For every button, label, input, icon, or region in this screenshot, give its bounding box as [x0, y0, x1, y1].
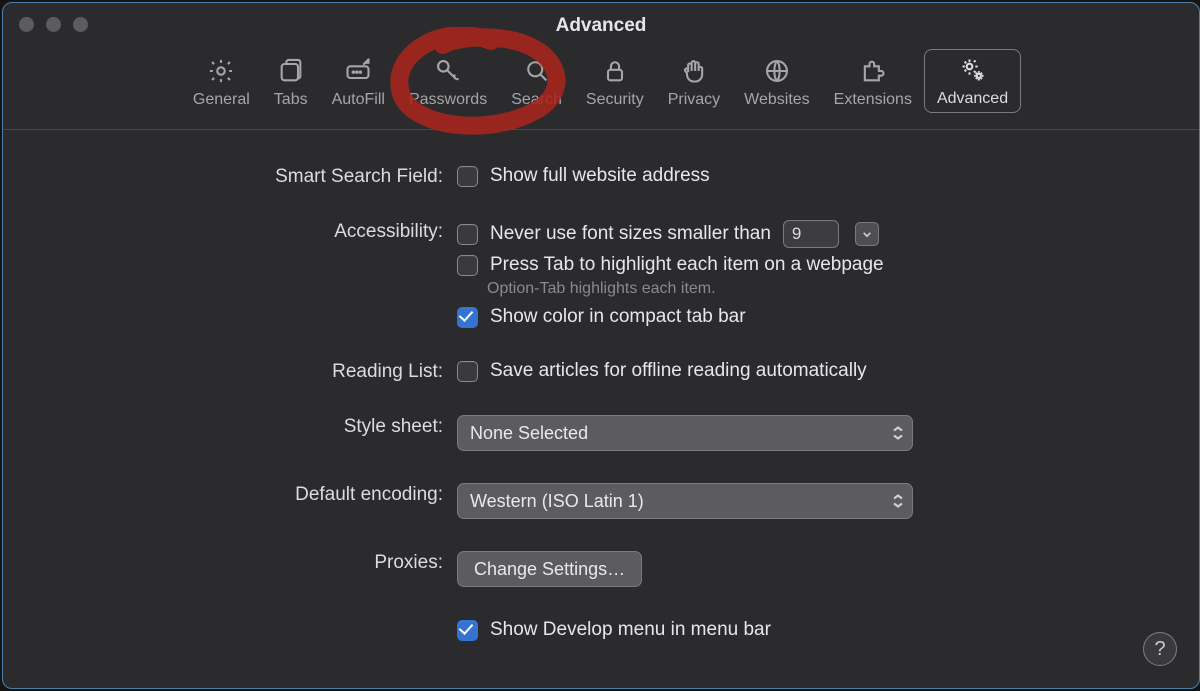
show-full-url-text: Show full website address [490, 165, 710, 187]
tab-label: Extensions [834, 91, 912, 109]
min-font-text: Never use font sizes smaller than [490, 223, 771, 245]
key-icon [434, 57, 462, 85]
tab-passwords[interactable]: Passwords [397, 51, 499, 113]
style-sheet-popup[interactable]: None Selected [457, 415, 913, 451]
save-offline-text: Save articles for offline reading automa… [490, 360, 867, 382]
tab-tabs[interactable]: Tabs [262, 51, 320, 113]
default-encoding-label: Default encoding: [3, 481, 457, 506]
smart-search-label: Smart Search Field: [3, 163, 457, 188]
show-full-url-checkbox[interactable] [457, 166, 478, 187]
lock-icon [601, 57, 629, 85]
tab-label: Websites [744, 91, 810, 109]
tab-label: General [193, 91, 250, 109]
tab-security[interactable]: Security [574, 51, 656, 113]
proxies-label: Proxies: [3, 549, 457, 574]
tab-search[interactable]: Search [499, 51, 574, 113]
settings-content: Smart Search Field: Show full website ad… [3, 153, 1199, 688]
min-font-checkbox[interactable] [457, 224, 478, 245]
tab-label: Privacy [668, 91, 720, 109]
tab-privacy[interactable]: Privacy [656, 51, 732, 113]
style-sheet-value: None Selected [470, 423, 588, 444]
tab-extensions[interactable]: Extensions [822, 51, 924, 113]
tabs-icon [277, 57, 305, 85]
reading-list-label: Reading List: [3, 358, 457, 383]
press-tab-checkbox[interactable] [457, 255, 478, 276]
tab-label: Security [586, 91, 644, 109]
tab-label: AutoFill [332, 91, 385, 109]
tab-advanced[interactable]: Advanced [924, 49, 1021, 113]
hand-icon [680, 57, 708, 85]
updown-chevron-icon [892, 426, 904, 441]
tab-autofill[interactable]: AutoFill [320, 51, 397, 113]
tab-general[interactable]: General [181, 51, 262, 113]
min-font-value[interactable]: 9 [783, 220, 839, 248]
min-font-stepper[interactable] [855, 222, 879, 246]
puzzle-icon [859, 57, 887, 85]
style-sheet-label: Style sheet: [3, 413, 457, 438]
updown-chevron-icon [892, 494, 904, 509]
tab-websites[interactable]: Websites [732, 51, 822, 113]
gears-icon [959, 56, 987, 84]
tab-label: Tabs [274, 91, 308, 109]
gear-icon [207, 57, 235, 85]
toolbar-separator [3, 129, 1199, 130]
show-develop-checkbox[interactable] [457, 620, 478, 641]
compact-color-text: Show color in compact tab bar [490, 306, 746, 328]
default-encoding-popup[interactable]: Western (ISO Latin 1) [457, 483, 913, 519]
press-tab-text: Press Tab to highlight each item on a we… [490, 254, 884, 276]
tab-label: Search [511, 91, 562, 109]
accessibility-label: Accessibility: [3, 218, 457, 243]
help-glyph: ? [1154, 638, 1165, 661]
compact-color-checkbox[interactable] [457, 307, 478, 328]
default-encoding-value: Western (ISO Latin 1) [470, 491, 644, 512]
preferences-window: Advanced General Tabs AutoFill Passwords [2, 2, 1200, 689]
show-develop-text: Show Develop menu in menu bar [490, 619, 771, 641]
search-icon [523, 57, 551, 85]
tab-label: Advanced [937, 90, 1008, 108]
proxy-button-label: Change Settings… [474, 559, 625, 580]
help-button[interactable]: ? [1143, 632, 1177, 666]
press-tab-hint: Option-Tab highlights each item. [457, 280, 1199, 298]
autofill-icon [344, 57, 372, 85]
change-proxy-settings-button[interactable]: Change Settings… [457, 551, 642, 587]
window-title: Advanced [3, 15, 1199, 37]
save-offline-checkbox[interactable] [457, 361, 478, 382]
tab-label: Passwords [409, 91, 487, 109]
globe-icon [763, 57, 791, 85]
preferences-toolbar: General Tabs AutoFill Passwords Search [3, 49, 1199, 123]
